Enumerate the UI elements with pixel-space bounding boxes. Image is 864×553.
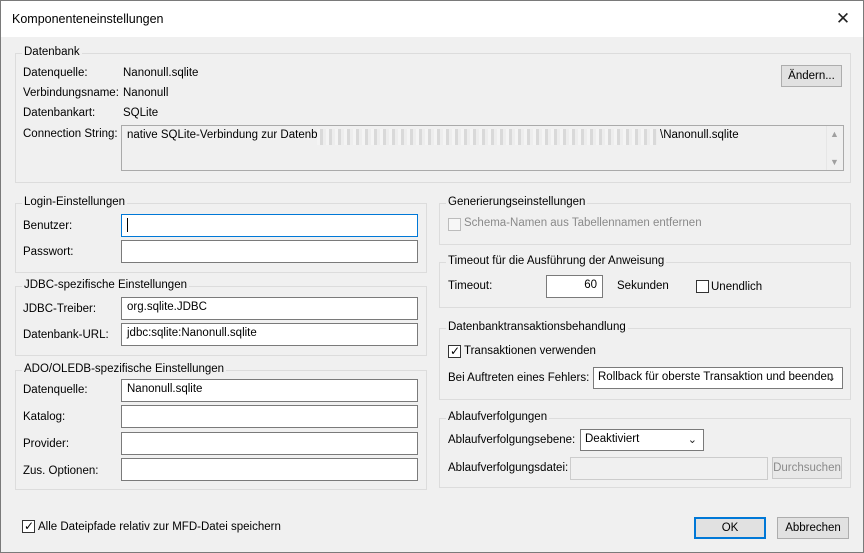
schema-label: Schema-Namen aus Tabellennamen entfernen bbox=[464, 217, 702, 229]
text-caret bbox=[127, 218, 128, 232]
title-bar: Komponenteneinstellungen ✕ bbox=[1, 1, 863, 37]
datenbank-legend: Datenbank bbox=[22, 46, 82, 58]
relative-paths-label: Alle Dateipfade relativ zur MFD-Datei sp… bbox=[38, 521, 281, 533]
datenbank-url-label: Datenbank-URL: bbox=[23, 329, 109, 341]
datei-label: Ablaufverfolgungsdatei: bbox=[448, 462, 569, 474]
redacted-path bbox=[317, 129, 657, 145]
chevron-down-icon: ⌄ bbox=[687, 434, 697, 446]
optionen-input[interactable] bbox=[121, 458, 418, 481]
connection-string-suffix: \Nanonull.sqlite bbox=[660, 129, 739, 141]
datenbankart-label: Datenbankart: bbox=[23, 107, 96, 119]
ebene-select[interactable]: Deaktiviert ⌄ bbox=[580, 429, 704, 451]
component-settings-dialog: Komponenteneinstellungen ✕ Datenbank Dat… bbox=[0, 0, 864, 553]
transaktionen-label: Transaktionen verwenden bbox=[464, 345, 596, 357]
ado-datenquelle-label: Datenquelle: bbox=[23, 384, 88, 396]
datenbank-url-input[interactable]: jdbc:sqlite:Nanonull.sqlite bbox=[121, 323, 418, 346]
verbindungsname-value: Nanonull bbox=[123, 87, 169, 99]
provider-label: Provider: bbox=[23, 438, 70, 450]
relative-paths-checkbox[interactable]: ✓ bbox=[22, 519, 35, 533]
transaktion-group: Datenbanktransaktionsbehandlung bbox=[439, 321, 851, 400]
generierung-legend: Generierungseinstellungen bbox=[446, 196, 588, 208]
benutzer-label: Benutzer: bbox=[23, 220, 73, 232]
timeout-label: Timeout: bbox=[448, 280, 493, 292]
connection-scrollbar[interactable]: ▲ ▼ bbox=[826, 126, 843, 170]
cancel-button[interactable]: Abbrechen bbox=[777, 517, 849, 539]
jdbc-legend: JDBC-spezifische Einstellungen bbox=[22, 279, 189, 291]
timeout-input[interactable]: 60 bbox=[546, 275, 603, 298]
datenquelle-value: Nanonull.sqlite bbox=[123, 67, 199, 79]
transaktionen-checkbox[interactable]: ✓ bbox=[448, 344, 461, 358]
window-title: Komponenteneinstellungen bbox=[12, 12, 164, 26]
verbindungsname-label: Verbindungsname: bbox=[23, 87, 119, 99]
datenbank-url-value: jdbc:sqlite:Nanonull.sqlite bbox=[127, 327, 257, 339]
provider-input[interactable] bbox=[121, 432, 418, 455]
datenquelle-label: Datenquelle: bbox=[23, 67, 88, 79]
ablauf-legend: Ablaufverfolgungen bbox=[446, 411, 550, 423]
scroll-up-icon[interactable]: ▲ bbox=[830, 129, 839, 139]
passwort-label: Passwort: bbox=[23, 246, 74, 258]
error-handling-value: Rollback für oberste Transaktion und bee… bbox=[598, 371, 834, 383]
jdbc-treiber-value: org.sqlite.JDBC bbox=[127, 301, 207, 313]
jdbc-treiber-input[interactable]: org.sqlite.JDBC bbox=[121, 297, 418, 320]
checkmark-icon: ✓ bbox=[450, 344, 461, 358]
browse-button[interactable]: Durchsuchen bbox=[772, 457, 842, 479]
ado-legend: ADO/OLEDB-spezifische Einstellungen bbox=[22, 363, 227, 375]
connection-string-prefix: native SQLite-Verbindung zur Datenbank bbox=[127, 129, 337, 141]
ok-button[interactable]: OK bbox=[694, 517, 766, 539]
unendlich-label: Unendlich bbox=[711, 281, 763, 293]
login-legend: Login-Einstellungen bbox=[22, 196, 128, 208]
connection-string-label: Connection String: bbox=[23, 128, 118, 140]
passwort-input[interactable] bbox=[121, 240, 418, 263]
change-button[interactable]: Ändern... bbox=[781, 65, 842, 87]
ebene-label: Ablaufverfolgungsebene: bbox=[448, 434, 576, 446]
schema-checkbox[interactable] bbox=[448, 218, 461, 231]
katalog-input[interactable] bbox=[121, 405, 418, 428]
timeout-unit: Sekunden bbox=[617, 280, 669, 292]
ado-datenquelle-value: Nanonull.sqlite bbox=[127, 383, 203, 395]
error-handling-select[interactable]: Rollback für oberste Transaktion und bee… bbox=[593, 367, 843, 389]
timeout-legend: Timeout für die Ausführung der Anweisung bbox=[446, 255, 667, 267]
timeout-value: 60 bbox=[584, 279, 597, 291]
benutzer-input[interactable] bbox=[121, 214, 418, 237]
datei-input[interactable] bbox=[570, 457, 768, 480]
katalog-label: Katalog: bbox=[23, 411, 66, 423]
jdbc-treiber-label: JDBC-Treiber: bbox=[23, 303, 97, 315]
optionen-label: Zus. Optionen: bbox=[23, 465, 99, 477]
close-icon[interactable]: ✕ bbox=[829, 5, 857, 33]
checkmark-icon: ✓ bbox=[24, 519, 35, 533]
ado-datenquelle-input[interactable]: Nanonull.sqlite bbox=[121, 379, 418, 402]
datenbankart-value: SQLite bbox=[123, 107, 159, 119]
error-label: Bei Auftreten eines Fehlers: bbox=[448, 372, 590, 384]
scroll-down-icon[interactable]: ▼ bbox=[830, 157, 839, 167]
unendlich-checkbox[interactable] bbox=[696, 280, 709, 293]
ebene-value: Deaktiviert bbox=[585, 433, 640, 445]
transaktion-legend: Datenbanktransaktionsbehandlung bbox=[446, 321, 628, 333]
connection-string-field[interactable]: native SQLite-Verbindung zur Datenbank \… bbox=[121, 125, 844, 171]
chevron-down-icon: ⌄ bbox=[826, 372, 836, 384]
